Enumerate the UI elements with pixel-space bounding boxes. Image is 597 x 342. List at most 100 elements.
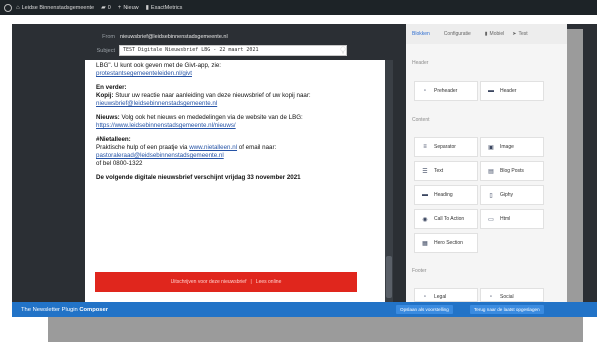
from-row: From nieuwsbrief@leidsebinnenstadsgemeen… (85, 30, 393, 44)
blog-posts-icon: ▤ (488, 168, 494, 175)
text-icon: ☰ (422, 168, 428, 175)
tab-mobile[interactable]: ▮ Mobiel (485, 31, 505, 37)
email-meta: From nieuwsbrief@leidsebinnenstadsgemeen… (85, 30, 393, 58)
tab-test[interactable]: ➤ Test (512, 31, 527, 37)
email-footer-bar: Uitschrijven voor deze nieuwsbrief | Lee… (95, 272, 357, 292)
admin-bar-site[interactable]: ⌂ Leidse Binnenstadsgemeente (16, 5, 94, 11)
unsubscribe-link[interactable]: Uitschrijven voor deze nieuwsbrief (171, 278, 247, 286)
block-hero-section-label: Hero Section (434, 240, 463, 246)
block-image[interactable]: ▣ Image (480, 137, 544, 157)
pastoraleraad-link[interactable]: pastoraleraad@leidsebinnenstadsgemeente.… (96, 152, 224, 159)
block-social-label: Social (500, 294, 514, 300)
block-html-label: Html (500, 216, 511, 222)
block-social[interactable]: ▫ Social (480, 288, 544, 302)
nieuws-label: Nieuws: (96, 114, 120, 121)
block-giphy-label: Giphy (500, 192, 514, 198)
bar-chart-icon: ▮ (145, 5, 149, 11)
lightbulb-icon[interactable] (340, 46, 346, 55)
block-giphy[interactable]: ▯ Giphy (480, 185, 544, 205)
right-backdrop-strip (567, 29, 583, 302)
back-to-last-saved-button[interactable]: Terug naar de laatst opgeslagen (470, 305, 544, 314)
admin-bar-new[interactable]: + Nieuw (118, 5, 139, 11)
nietalleen-link[interactable]: www.nietalleen.nl (189, 144, 237, 151)
givt-link[interactable]: protestantsegemeenteleiden.nl/givt (96, 70, 192, 77)
comments-count: 0 (107, 4, 111, 11)
admin-bar-comments[interactable]: ▰ 0 (101, 4, 111, 12)
site-name: Leidse Binnenstadsgemeente (21, 4, 95, 11)
email-editor: From nieuwsbrief@leidsebinnenstadsgemeen… (85, 24, 393, 302)
kopij-email-link[interactable]: nieuwsbrief@leidsebinnenstadsgemeente.nl (96, 100, 217, 107)
plus-icon: + (117, 4, 122, 11)
tab-configuration[interactable]: Configuratie (444, 31, 471, 37)
image-icon: ▣ (488, 144, 494, 151)
kopij-paragraph: Kopij: Stuur uw reactie naar aanleiding … (96, 92, 356, 100)
tab-blocks[interactable]: Blokken (412, 31, 430, 37)
preheader-icon: ▫ (423, 88, 427, 94)
tab-test-label: Test (518, 31, 528, 37)
block-legal-label: Legal (434, 294, 447, 300)
nieuws-text: Volg ook het nieuws en mededelingen via … (119, 114, 303, 121)
block-separator[interactable]: ≡ Separator (414, 137, 478, 157)
block-preheader-label: Preheader (434, 88, 458, 94)
comment-icon: ▰ (101, 5, 106, 11)
heading-icon: ▬ (422, 192, 428, 198)
block-blog-posts[interactable]: ▤ Blog Posts (480, 161, 544, 181)
block-hero-section[interactable]: ▦ Hero Section (414, 233, 478, 253)
tab-mobile-label: Mobiel (489, 31, 505, 37)
block-legal[interactable]: ▫ Legal (414, 288, 478, 302)
mobile-icon: ▮ (484, 31, 488, 37)
block-separator-label: Separator (434, 144, 456, 150)
nietalleen-text1: Praktische hulp of een praatje via (96, 144, 190, 151)
admin-bar-metrics[interactable]: ▮ ExactMetrics (145, 4, 183, 12)
nieuws-paragraph: Nieuws: Volg ook het nieuws en mededelin… (96, 114, 356, 122)
footer-separator: | (250, 279, 252, 285)
block-call-to-action[interactable]: ◉ Call To Action (414, 209, 478, 229)
wordpress-logo-icon[interactable] (4, 3, 12, 12)
block-text-label: Text (434, 168, 444, 174)
block-heading[interactable]: ▬ Heading (414, 185, 478, 205)
read-online-link[interactable]: Lees online (256, 278, 282, 286)
social-icon: ▫ (489, 294, 493, 300)
kopij-text: Stuur uw reactie naar aanleiding van dez… (113, 92, 311, 99)
block-call-to-action-label: Call To Action (434, 216, 465, 222)
subject-label: Subject (96, 48, 115, 54)
section-content-label: Content (412, 117, 430, 123)
phone-text: of bel 0800-1322 (96, 160, 143, 167)
next-edition-text: De volgende digitale nieuwsbrief verschi… (96, 174, 301, 181)
block-blog-posts-label: Blog Posts (500, 168, 524, 174)
save-as-template-button[interactable]: Opslaan als voorstelling (396, 305, 453, 314)
kopij-label: Kopij: (96, 92, 114, 99)
home-icon: ⌂ (16, 4, 20, 11)
nieuws-link[interactable]: https://www.leidsebinnenstadsgemeente.nl… (96, 122, 236, 129)
nietalleen-heading: #Nietalleen: (96, 136, 131, 143)
email-canvas: LBG". U kunt ook geven met de Givt-app, … (85, 60, 385, 302)
legal-icon: ▫ (423, 294, 427, 300)
verder-heading: En verder: (96, 84, 127, 91)
tab-blocks-label: Blokken (412, 31, 430, 37)
block-header[interactable]: ▬ Header (480, 81, 544, 101)
block-html[interactable]: ▭ Html (480, 209, 544, 229)
block-heading-label: Heading (434, 192, 453, 198)
subject-input[interactable]: TEST Digitale Nieuwsbrief LBG - 22 maart… (119, 45, 347, 56)
separator-icon: ≡ (423, 144, 427, 150)
sidebar-tabs: Blokken Configuratie ▮ Mobiel ➤ Test (406, 24, 567, 44)
composer-title-prefix: The Newsletter Plugin (21, 306, 80, 313)
giphy-icon: ▯ (489, 192, 493, 199)
editor-scrollbar[interactable] (385, 60, 393, 302)
send-icon: ➤ (512, 31, 517, 37)
header-icon: ▬ (488, 88, 494, 94)
block-preheader[interactable]: ▫ Preheader (414, 81, 478, 101)
html-icon: ▭ (488, 216, 494, 223)
block-header-label: Header (500, 88, 517, 94)
scrollbar-thumb[interactable] (386, 256, 392, 298)
intro-fragment: LBG". U kunt ook geven met de Givt-app, … (96, 62, 221, 69)
email-preview[interactable]: LBG". U kunt ook geven met de Givt-app, … (85, 60, 385, 302)
email-content: LBG". U kunt ook geven met de Givt-app, … (96, 62, 356, 182)
subject-row: Subject TEST Digitale Nieuwsbrief LBG - … (85, 44, 393, 58)
block-text[interactable]: ☰ Text (414, 161, 478, 181)
nietalleen-paragraph: Praktische hulp of een praatje via www.n… (96, 144, 356, 152)
new-label: Nieuw (123, 4, 139, 11)
nietalleen-text2: of email naar: (237, 144, 277, 151)
call-to-action-icon: ◉ (422, 216, 428, 223)
from-label: From (102, 34, 115, 40)
